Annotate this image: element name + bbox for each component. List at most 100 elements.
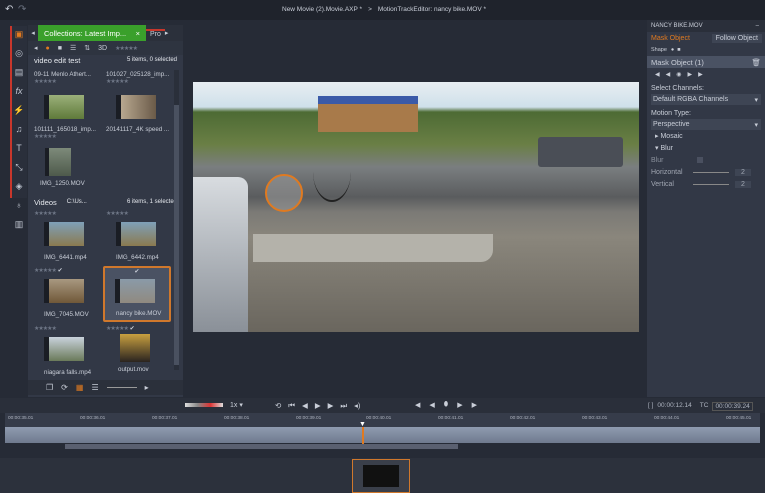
track-backward-icon[interactable]: ◀ [666, 71, 671, 78]
item-rating[interactable]: ★★★★★ [34, 268, 57, 274]
list-item[interactable]: ★★★★★ ✔ output.mov [106, 325, 174, 373]
disc-icon[interactable]: ◎ [12, 45, 26, 61]
montage-icon[interactable]: ▥ [12, 216, 26, 232]
track-object-icon[interactable]: ⬮ [444, 401, 448, 409]
filter-icon[interactable]: ● [46, 45, 50, 52]
item-rating[interactable]: ★★★★★ [34, 210, 102, 217]
group-header[interactable]: video edit test 5 items, 0 selected [28, 55, 183, 65]
pan-zoom-icon[interactable]: ⤡ [12, 159, 26, 175]
grid-view-icon[interactable]: ▦ [76, 383, 84, 392]
track-icon[interactable]: ◉ [676, 71, 681, 78]
tab-collections[interactable]: Collections: Latest Imp... × [38, 25, 146, 41]
audio-icon[interactable]: ♁ [12, 197, 26, 213]
item-rating[interactable]: ★★★★★ [106, 210, 174, 217]
sync-icon[interactable]: ⟳ [61, 383, 68, 392]
tab-project[interactable]: Pro [146, 28, 165, 38]
rating-filter[interactable]: ★★★★★ [115, 45, 138, 52]
list-item[interactable]: ★★★★★ IMG_6441.mp4 [34, 210, 102, 261]
track-to-start-icon[interactable]: ◀ [655, 71, 660, 78]
item-rating[interactable]: ★★★★★ [34, 133, 102, 140]
delete-icon[interactable]: 🗑 [751, 58, 761, 67]
list-view-icon[interactable]: ☰ [91, 383, 98, 392]
sort-icon[interactable]: ⇅ [84, 44, 90, 52]
go-to-end-icon[interactable]: ⏭ [340, 401, 347, 411]
list-item[interactable]: ★★★★★ IMG_6442.mp4 [106, 210, 174, 261]
item-rating[interactable]: ★★★★★ [34, 325, 102, 332]
channels-dropdown[interactable]: Default RGBA Channels ▾ [651, 94, 761, 105]
transition-icon[interactable]: ⚡ [12, 102, 26, 118]
speed-dropdown[interactable]: 1x ▾ [230, 401, 243, 409]
step-forward-icon[interactable]: ▶ [328, 401, 334, 411]
blur-checkbox[interactable] [697, 157, 704, 163]
go-to-start-icon[interactable]: ⏮ [288, 401, 295, 411]
list-item[interactable]: 09-11 Menlo Athert... ★★★★★ [34, 71, 102, 85]
item-thumbnail [116, 95, 156, 119]
loop-icon[interactable]: ⟲ [275, 401, 281, 411]
step-back-icon[interactable]: ◀ [302, 401, 308, 411]
frame-thumbnail[interactable] [352, 459, 410, 493]
copy-icon[interactable]: ❐ [46, 383, 53, 392]
tab-follow-object[interactable]: Follow Object [711, 33, 762, 43]
motion-type-dropdown[interactable]: Perspective ▾ [651, 119, 761, 130]
group-header[interactable]: Videos C:\Us... 6 items, 1 selected [28, 197, 183, 207]
group-name: video edit test [34, 55, 81, 65]
timeline-scrollbar[interactable] [65, 444, 458, 449]
library-scrollbar[interactable] [174, 70, 179, 370]
3d-filter-button[interactable]: 3D [98, 45, 107, 52]
title-bar: ↶ ↷ New Movie (2).Movie.AXP * > MotionTr… [0, 0, 765, 20]
timeline-track[interactable] [5, 427, 760, 443]
list-item-selected[interactable]: ✔ nancy bike.MOV [103, 266, 171, 322]
layers-icon[interactable]: ◈ [12, 178, 26, 194]
mosaic-section[interactable]: ▸ Mosaic [647, 130, 765, 142]
timecode-input[interactable]: 00:00:39.24 [712, 402, 753, 411]
redo-icon[interactable]: ↷ [18, 4, 26, 15]
rectangle-shape-icon[interactable]: ■ [677, 47, 680, 53]
jog-shuttle[interactable] [185, 403, 223, 407]
vertical-slider[interactable] [693, 183, 729, 185]
list-item[interactable]: ★★★★★ ✔ IMG_7045.MOV [34, 267, 102, 318]
back-icon[interactable]: ◂ [34, 44, 38, 52]
horizontal-value-input[interactable]: 2 [735, 168, 751, 176]
folder-icon[interactable]: ■ [58, 45, 62, 52]
item-rating[interactable]: ★★★★★ [106, 326, 129, 332]
media-icon[interactable]: ▤ [12, 64, 26, 80]
tab-scroll-right[interactable]: ▸ [165, 29, 169, 37]
list-item[interactable]: IMG_1250.MOV [40, 148, 108, 187]
circle-shape-icon[interactable]: ● [671, 47, 674, 53]
volume-icon[interactable]: ◂) [354, 401, 360, 411]
video-preview[interactable] [193, 82, 639, 332]
list-item[interactable]: ★★★★★ niagara falls.mp4 [34, 325, 102, 376]
item-name: 09-11 Menlo Athert... [34, 71, 91, 78]
play-icon[interactable]: ▶ [315, 401, 321, 411]
track-step-back-icon[interactable]: ◀ [429, 401, 434, 409]
list-icon[interactable]: ☰ [70, 44, 76, 52]
track-forward-icon[interactable]: ▶ [688, 71, 693, 78]
blur-section[interactable]: ▾ Blur [647, 142, 765, 154]
collapse-button[interactable]: – [756, 23, 759, 29]
tab-scroll-left[interactable]: ◂ [28, 29, 38, 37]
horizontal-slider[interactable] [693, 171, 729, 173]
undo-icon[interactable]: ↶ [5, 4, 13, 15]
blur-label: Blur [651, 156, 664, 164]
track-back-icon[interactable]: ◀ [415, 401, 420, 409]
track-forward-icon[interactable]: ▶ [472, 401, 477, 409]
scroll-right-icon[interactable]: ▸ [145, 383, 149, 392]
vertical-value-input[interactable]: 2 [735, 180, 751, 188]
list-item[interactable]: 20141117_4K speed ... [106, 95, 174, 133]
list-item[interactable]: 101111_165018_imp... ★★★★★ [34, 95, 102, 140]
library-icon[interactable]: ▣ [12, 26, 26, 42]
track-to-end-icon[interactable]: ▶ [698, 71, 703, 78]
title-icon[interactable]: T [12, 140, 26, 156]
tab-close-icon[interactable]: × [136, 29, 140, 38]
item-rating[interactable]: ★★★★★ [106, 78, 174, 85]
fx-icon[interactable]: fx [12, 83, 26, 99]
item-rating[interactable]: ★★★★★ [34, 78, 102, 85]
track-step-forward-icon[interactable]: ▶ [457, 401, 462, 409]
list-item[interactable]: 101027_025128_imp... ★★★★★ [106, 71, 174, 85]
mask-circle[interactable] [265, 174, 303, 212]
music-icon[interactable]: ♫ [12, 121, 26, 137]
tab-mask-object[interactable]: Mask Object [651, 35, 690, 42]
mask-item[interactable]: Mask Object (1) 🗑 [647, 56, 765, 68]
zoom-slider[interactable] [106, 387, 137, 388]
timeline-ruler[interactable]: 00:00:35.01 00:00:36.01 00:00:37.01 00:0… [5, 413, 760, 427]
